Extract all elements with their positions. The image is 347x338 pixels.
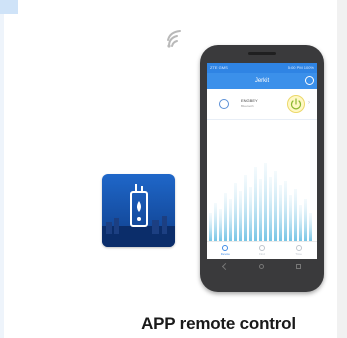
tab-find[interactable]: Find xyxy=(252,244,272,258)
caption: APP remote control xyxy=(0,314,337,334)
find-tab-icon xyxy=(258,245,265,251)
app-icon-tile xyxy=(102,174,175,247)
app-title-bar: Jerkit xyxy=(207,73,317,89)
smartphone: ZTE GMS 5:00 PM 100% Jerkit ENGBEY Bluet… xyxy=(200,45,324,292)
heater-device-icon xyxy=(102,184,175,247)
device-subtitle: Bluetooth xyxy=(241,104,254,108)
screen-title: Jerkit xyxy=(254,78,270,84)
device-tab-icon xyxy=(222,245,229,251)
recent-apps-icon[interactable] xyxy=(296,263,302,269)
chevron-right-icon: › xyxy=(308,100,310,106)
page-corner-accent xyxy=(0,0,18,14)
settings-icon[interactable] xyxy=(305,76,314,85)
tab-label: Device xyxy=(220,252,230,256)
back-icon[interactable] xyxy=(221,262,229,270)
power-button[interactable] xyxy=(287,95,305,113)
tab-label: Find xyxy=(259,252,265,256)
home-icon[interactable] xyxy=(259,263,265,269)
tab-time[interactable]: Time xyxy=(289,244,309,258)
caption-text: APP remote control xyxy=(141,314,296,333)
android-nav-bar xyxy=(207,259,317,273)
status-right: 5:00 PM 100% xyxy=(287,65,314,70)
power-icon xyxy=(290,98,302,110)
page-right-edge xyxy=(337,0,347,338)
audio-spectrum-graphic xyxy=(209,163,312,241)
page-left-edge xyxy=(0,0,4,338)
status-bar: ZTE GMS 5:00 PM 100% xyxy=(207,63,317,73)
bottom-tab-bar: Device Find Time xyxy=(207,241,317,259)
device-row[interactable]: ENGBEY Bluetooth › xyxy=(207,93,317,120)
tab-device[interactable]: Device xyxy=(215,244,235,258)
clock-icon xyxy=(219,99,229,109)
device-name: ENGBEY xyxy=(241,98,258,103)
tab-label: Time xyxy=(295,252,302,256)
time-tab-icon xyxy=(295,245,302,251)
phone-screen: ZTE GMS 5:00 PM 100% Jerkit ENGBEY Bluet… xyxy=(207,63,317,259)
wifi-signal-icon xyxy=(167,30,181,48)
status-left: ZTE GMS xyxy=(210,65,228,70)
phone-speaker xyxy=(248,52,276,55)
